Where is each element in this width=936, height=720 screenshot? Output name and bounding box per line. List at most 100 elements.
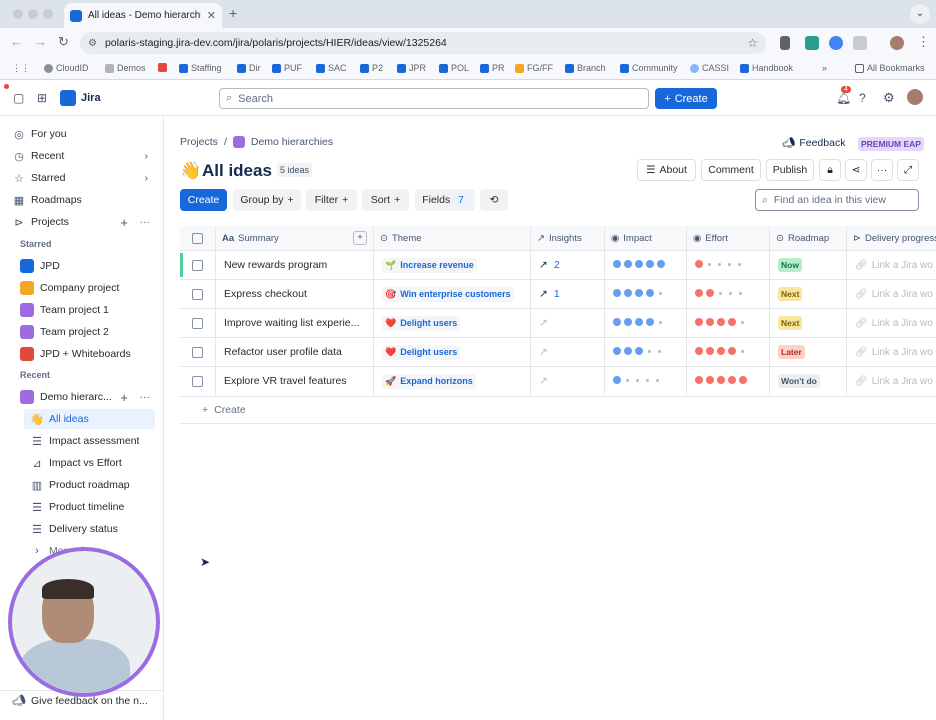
- impact-cell[interactable]: [605, 309, 687, 337]
- insights-cell[interactable]: ↗: [531, 367, 605, 395]
- bookmark-item[interactable]: P2: [360, 63, 383, 73]
- feedback-button[interactable]: 📣︎ Feedback: [782, 136, 845, 150]
- bookmark-item[interactable]: JPR: [397, 63, 426, 73]
- theme-tag[interactable]: 🎯 Win enterprise customers: [382, 286, 514, 302]
- app-switcher-icon[interactable]: ⊞: [37, 91, 47, 105]
- window-maximize-button[interactable]: [43, 9, 53, 19]
- fields-button[interactable]: Fields 7: [415, 189, 475, 211]
- theme-tag[interactable]: 🚀 Expand horizons: [382, 373, 476, 389]
- create-idea-button[interactable]: Create: [180, 189, 227, 211]
- sidebar-project-team2[interactable]: Team project 2: [0, 322, 164, 342]
- roadmap-cell[interactable]: Next: [770, 280, 847, 308]
- breadcrumb-project[interactable]: Demo hierarchies: [251, 136, 333, 148]
- autosave-button[interactable]: ⟲: [480, 189, 508, 211]
- extension-icon[interactable]: [829, 36, 843, 50]
- bookmark-item[interactable]: CloudID: [44, 63, 89, 73]
- roadmap-cell[interactable]: Now: [770, 251, 847, 279]
- column-header-summary[interactable]: Aa Summary +: [216, 226, 374, 250]
- sidebar-project-jpd[interactable]: JPD: [0, 256, 164, 276]
- bookmark-item[interactable]: Staffing: [179, 63, 221, 73]
- summary-cell[interactable]: Improve waiting list experie...: [216, 309, 374, 337]
- sidebar-view-delivery-status[interactable]: ☰ Delivery status: [0, 519, 164, 539]
- delivery-cell[interactable]: 🔗︎ Link a Jira wo: [847, 280, 936, 308]
- more-icon[interactable]: ···: [140, 216, 151, 228]
- site-info-icon[interactable]: ⚙: [88, 38, 97, 49]
- roadmap-lozenge[interactable]: Next: [778, 287, 803, 301]
- back-icon[interactable]: ←: [10, 35, 23, 49]
- roadmap-lozenge[interactable]: Next: [778, 316, 803, 330]
- sidebar-project-jpd-whiteboards[interactable]: JPD + Whiteboards: [0, 344, 164, 364]
- app-name[interactable]: Jira: [81, 92, 101, 104]
- sidebar-item-for-you[interactable]: ◎ For you: [0, 124, 164, 144]
- bookmark-item[interactable]: Demos: [105, 63, 146, 73]
- group-by-button[interactable]: Group by +: [233, 189, 301, 211]
- new-tab-icon[interactable]: +: [229, 5, 237, 21]
- add-idea-row[interactable]: + Create: [180, 396, 936, 424]
- filter-button[interactable]: Filter +: [306, 189, 357, 211]
- add-project-icon[interactable]: +: [120, 215, 128, 230]
- idea-summary[interactable]: Refactor user profile data: [224, 346, 342, 358]
- column-header-impact[interactable]: ◉ Impact: [605, 226, 687, 250]
- sort-button[interactable]: Sort +: [362, 189, 409, 211]
- insights-cell[interactable]: ↗ 2: [531, 251, 605, 279]
- idea-summary[interactable]: Express checkout: [224, 288, 307, 300]
- bookmark-item[interactable]: PR: [480, 63, 505, 73]
- table-row[interactable]: Explore VR travel features 🚀 Expand horizo…: [180, 366, 936, 395]
- column-header-theme[interactable]: ⊙ Theme: [374, 226, 531, 250]
- global-create-button[interactable]: + Create: [655, 88, 717, 109]
- impact-cell[interactable]: [605, 280, 687, 308]
- bell-icon[interactable]: 🔔︎: [836, 91, 851, 105]
- sidebar-item-starred[interactable]: ☆ Starred ›: [0, 168, 164, 188]
- sidebar-project-team1[interactable]: Team project 1: [0, 300, 164, 320]
- sidebar-view-all-ideas[interactable]: 👋 All ideas: [24, 409, 155, 429]
- bookmark-item[interactable]: SAC: [316, 63, 347, 73]
- close-tab-icon[interactable]: ✕: [207, 9, 216, 22]
- bookmark-item[interactable]: [158, 63, 167, 72]
- theme-tag[interactable]: ❤️ Delight users: [382, 344, 461, 360]
- column-header-roadmap[interactable]: ⊙ Roadmap: [770, 226, 847, 250]
- theme-cell[interactable]: 🌱 Increase revenue: [374, 251, 531, 279]
- extension-icon[interactable]: [805, 36, 819, 50]
- idea-summary[interactable]: Explore VR travel features: [224, 375, 347, 387]
- column-header-delivery[interactable]: ⊳ Delivery progress: [847, 226, 936, 250]
- more-actions-button[interactable]: ···: [871, 159, 893, 181]
- add-view-icon[interactable]: +: [120, 390, 128, 405]
- puzzle-extensions-icon[interactable]: [853, 36, 867, 50]
- column-header-effort[interactable]: ◉ Effort: [687, 226, 770, 250]
- link-jira-work-item[interactable]: Link a Jira wo: [872, 347, 933, 358]
- more-icon[interactable]: ···: [140, 391, 151, 403]
- summary-cell[interactable]: Explore VR travel features: [216, 367, 374, 395]
- delivery-cell[interactable]: 🔗︎ Link a Jira wo: [847, 309, 936, 337]
- find-idea-input[interactable]: ⌕ Find an idea in this view: [755, 189, 919, 211]
- fullscreen-button[interactable]: ⤢: [897, 159, 919, 181]
- reload-icon[interactable]: ↻: [58, 35, 69, 49]
- summary-cell[interactable]: New rewards program: [216, 251, 374, 279]
- help-icon[interactable]: ?: [859, 91, 866, 105]
- publish-button[interactable]: Publish: [766, 159, 814, 181]
- roadmap-lozenge[interactable]: Won't do: [778, 374, 820, 388]
- theme-cell[interactable]: 🎯 Win enterprise customers: [374, 280, 531, 308]
- insights-cell[interactable]: ↗: [531, 338, 605, 366]
- select-all-checkbox[interactable]: [180, 226, 216, 250]
- add-column-icon[interactable]: +: [353, 231, 367, 245]
- effort-cell[interactable]: [687, 309, 770, 337]
- table-row[interactable]: Improve waiting list experie... ❤️ Delight…: [180, 308, 936, 337]
- impact-cell[interactable]: [605, 367, 687, 395]
- user-avatar[interactable]: [907, 89, 923, 105]
- row-checkbox[interactable]: [192, 317, 203, 329]
- forward-icon[interactable]: →: [34, 35, 47, 49]
- breadcrumb-projects[interactable]: Projects: [180, 136, 218, 148]
- sidebar-view-product-roadmap[interactable]: ▥ Product roadmap: [0, 475, 164, 495]
- theme-cell[interactable]: 🚀 Expand horizons: [374, 367, 531, 395]
- sidebar-view-product-timeline[interactable]: ☰ Product timeline: [0, 497, 164, 517]
- sidebar-toggle-icon[interactable]: ▢: [13, 91, 24, 105]
- bookmark-item[interactable]: POL: [439, 63, 469, 73]
- theme-tag[interactable]: ❤️ Delight users: [382, 315, 461, 331]
- sidebar-item-roadmaps[interactable]: ▦ Roadmaps: [0, 190, 164, 210]
- effort-cell[interactable]: [687, 367, 770, 395]
- bookmark-item[interactable]: FG/FF: [515, 63, 553, 73]
- all-bookmarks-button[interactable]: All Bookmarks: [855, 63, 925, 73]
- effort-cell[interactable]: [687, 338, 770, 366]
- browser-menu-icon[interactable]: ⋮: [917, 35, 930, 49]
- bookmark-item[interactable]: Community: [620, 63, 678, 73]
